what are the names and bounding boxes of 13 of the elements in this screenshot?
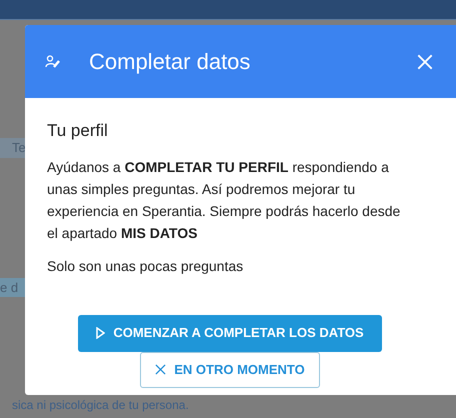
background-text: e d [0, 278, 26, 297]
later-button[interactable]: EN OTRO MOMENTO [140, 352, 320, 388]
note-text: Solo son unas pocas preguntas [47, 256, 244, 276]
start-button[interactable]: COMENZAR A COMPLETAR LOS DATOS [78, 314, 382, 352]
section-heading: Tu perfil [47, 120, 109, 142]
close-icon [417, 54, 433, 70]
description-paragraph: Ayúdanos a COMPLETAR TU PERFIL respondiendo a unas simples preguntas. Así podremos mejorar tu experiencia en Sperantia. Siempre podrás hacerlo desde el apartado MIS DATOS [47, 158, 402, 243]
close-button[interactable] [417, 54, 433, 70]
play-icon [96, 327, 106, 339]
close-icon [155, 364, 166, 375]
background-text: sica ni psicológica de tu persona. [12, 398, 190, 412]
dialog-title: Completar datos [89, 48, 252, 76]
user-edit-icon [45, 54, 61, 68]
